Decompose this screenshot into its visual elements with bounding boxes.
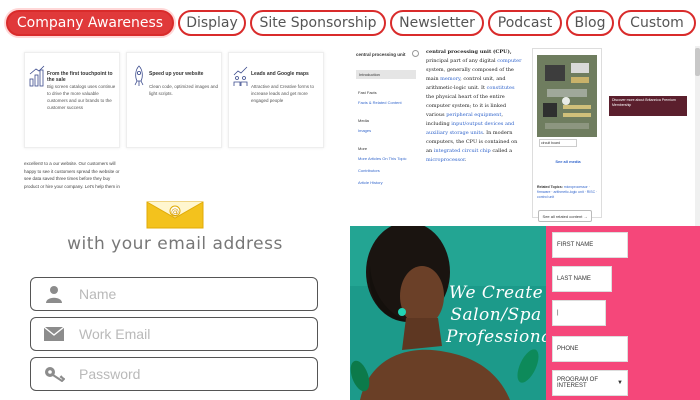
nav-heading-more: More [358, 146, 368, 151]
nav-item-facts-related[interactable]: Facts & Related Content [358, 100, 402, 105]
tab-company-awareness[interactable]: Company Awareness [6, 10, 174, 36]
article-link[interactable]: integrated circuit chip [434, 148, 491, 154]
scrollbar-thumb[interactable] [695, 48, 700, 76]
article-link[interactable]: computer [497, 58, 521, 64]
article-text-part: called a [492, 148, 513, 154]
feature-title: Leads and Google maps [251, 71, 309, 77]
tab-newsletter[interactable]: Newsletter [390, 10, 484, 36]
tab-display[interactable]: Display [178, 10, 246, 36]
nav-item-article-history[interactable]: Article History [358, 180, 383, 185]
email-signup-section: @ with your email address [0, 190, 350, 400]
article-sidebar: central processing unit Introduction Fas… [352, 46, 419, 226]
phone-field[interactable]: PHONE [552, 336, 628, 362]
svg-text:@: @ [171, 207, 179, 216]
tab-bar: Company Awareness Display Site Sponsorsh… [0, 0, 700, 46]
key-icon [31, 358, 77, 390]
name-input[interactable] [77, 286, 297, 302]
page: Company Awareness Display Site Sponsorsh… [0, 0, 700, 400]
salon-ad[interactable]: We Create Salon/Spa Professionals FIRST … [350, 226, 700, 400]
nav-item-contributors[interactable]: Contributors [358, 168, 380, 173]
salon-form-panel: FIRST NAME LAST NAME | PHONE PROGRAM OF … [546, 226, 700, 400]
salon-headline-line: Professionals [446, 327, 568, 347]
feature-card-leads: Leads and Google maps Attractive and Cre… [228, 52, 324, 148]
see-all-media-link[interactable]: See all media [533, 159, 603, 164]
feature-title: From the first touchpoint to the sale [47, 71, 113, 83]
article-link[interactable]: peripheral equipment [446, 112, 501, 118]
collapse-icon[interactable] [412, 50, 419, 57]
name-field[interactable] [30, 277, 318, 311]
chevron-down-icon: ▼ [617, 380, 623, 386]
article-text-part: principal part of any digital [426, 58, 496, 64]
related-topics: Related Topics: microprocessor · firmwar… [537, 185, 601, 200]
feature-body: Attractive and Creative forms to increas… [251, 84, 315, 103]
work-email-input[interactable] [77, 326, 297, 342]
email-heading: with your email address [67, 234, 283, 254]
salon-headline-line: Salon/Spa [450, 305, 542, 325]
nav-item-introduction[interactable]: Introduction [356, 70, 416, 79]
text-field[interactable]: | [552, 300, 606, 326]
article-nav-title: central processing unit [356, 52, 406, 57]
nav-item-images[interactable]: Images [358, 128, 371, 133]
image-caption: circuit board [539, 139, 577, 147]
salon-headline: We Create Salon/Spa Professionals [446, 282, 568, 348]
salon-headline-line: We Create [448, 283, 544, 303]
password-input[interactable] [77, 366, 297, 382]
nav-heading-media: Media [358, 118, 369, 123]
scrollbar[interactable] [695, 46, 700, 226]
tab-podcast[interactable]: Podcast [488, 10, 562, 36]
feature-card-sale: From the first touchpoint to the sale Bi… [24, 52, 120, 148]
article-text: central processing unit (CPU), principal… [426, 49, 522, 163]
last-name-field[interactable]: LAST NAME [552, 266, 612, 292]
user-icon [31, 278, 77, 310]
features-section: From the first touchpoint to the sale Bi… [0, 46, 350, 196]
feature-title: Speed up your website [149, 71, 204, 77]
tab-site-sponsorship[interactable]: Site Sponsorship [250, 10, 386, 36]
article-section: central processing unit Introduction Fas… [350, 46, 700, 226]
feature-body: Big screen catalogs uses continue to dri… [47, 84, 116, 110]
article-link[interactable]: constitutes [487, 85, 515, 91]
bar-growth-icon [29, 65, 45, 87]
circuit-board-image[interactable] [537, 55, 597, 137]
nav-item-more-articles[interactable]: More Articles On This Topic [358, 156, 407, 161]
work-email-field[interactable] [30, 317, 318, 351]
related-topics-label: Related Topics: [537, 185, 563, 189]
envelope-icon: @ [146, 201, 204, 229]
program-select[interactable]: PROGRAM OF INTEREST ▼ [552, 370, 628, 396]
promo-banner[interactable]: Discover more about Britannica Premium M… [609, 96, 687, 116]
mail-icon [31, 318, 77, 350]
feature-body: Clean code, optimized images and light s… [149, 84, 219, 96]
nav-heading-fast-facts: Fast Facts [358, 90, 377, 95]
article-link[interactable]: microprocessor [426, 157, 465, 163]
password-field[interactable] [30, 357, 318, 391]
feature-card-speed: Speed up your website Clean code, optimi… [126, 52, 222, 148]
first-name-field[interactable]: FIRST NAME [552, 232, 628, 258]
rocket-icon [134, 65, 144, 86]
tab-blog[interactable]: Blog [566, 10, 614, 36]
chart-people-icon [233, 66, 248, 86]
article-link[interactable]: memory [440, 76, 460, 82]
article-term: central processing unit (CPU), [426, 49, 512, 55]
see-all-related-button[interactable]: See all related content → [538, 210, 592, 222]
media-panel: circuit board See all media Related Topi… [532, 48, 602, 218]
tab-custom[interactable]: Custom [618, 10, 696, 36]
